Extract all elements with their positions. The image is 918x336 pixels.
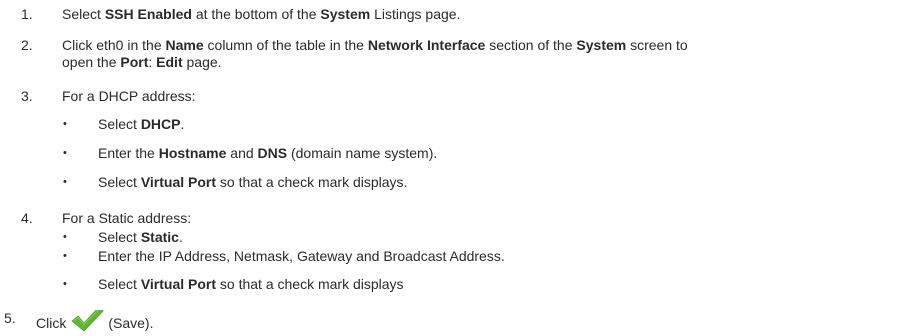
- ui-term: Edit: [156, 54, 183, 70]
- step-text: Click eth0 in the Name column of the tab…: [62, 37, 688, 70]
- ui-term: System: [576, 37, 627, 53]
- step-number: 2.: [21, 37, 33, 53]
- bullet-marker: •: [63, 278, 67, 290]
- step-text: For a Static address:: [62, 210, 192, 226]
- step-number: 1.: [21, 6, 33, 22]
- bullet-text: Select DHCP.: [98, 116, 185, 132]
- bullet-text: Enter the IP Address, Netmask, Gateway a…: [98, 248, 505, 264]
- step-text: For a DHCP address:: [62, 88, 196, 104]
- bullet-marker: •: [63, 118, 67, 130]
- step-number: 5.: [4, 310, 16, 326]
- bullet-text: Select Virtual Port so that a check mark…: [98, 174, 408, 190]
- instructions-document: 1. Select SSH Enabled at the bottom of t…: [0, 0, 918, 336]
- bullet-text: Select Virtual Port so that a check mark…: [98, 276, 404, 292]
- ui-term: Virtual Port: [140, 174, 217, 190]
- ui-term: Hostname: [158, 145, 227, 161]
- ui-term: DNS: [257, 145, 288, 161]
- ui-term: Port: [120, 54, 149, 70]
- step-text: Select SSH Enabled at the bottom of the …: [62, 6, 461, 22]
- bullet-text: Enter the Hostname and DNS (domain name …: [98, 145, 438, 161]
- step-number: 3.: [21, 88, 33, 104]
- ui-term: Name: [165, 37, 204, 53]
- step-text: Click (Save).: [36, 305, 886, 332]
- save-checkmark-icon: [70, 305, 104, 332]
- ui-term: Network Interface: [367, 37, 486, 53]
- ui-term: System: [320, 6, 371, 22]
- bullet-text: Select Static.: [98, 229, 183, 245]
- bullet-marker: •: [63, 147, 67, 159]
- step-number: 4.: [21, 210, 33, 226]
- ui-term: Virtual Port: [140, 276, 217, 292]
- bullet-marker: •: [63, 231, 67, 243]
- ui-term: Static: [140, 229, 179, 245]
- bullet-marker: •: [63, 250, 67, 262]
- bullet-marker: •: [63, 176, 67, 188]
- ui-term: SSH Enabled: [104, 6, 192, 22]
- ui-term: DHCP: [140, 116, 181, 132]
